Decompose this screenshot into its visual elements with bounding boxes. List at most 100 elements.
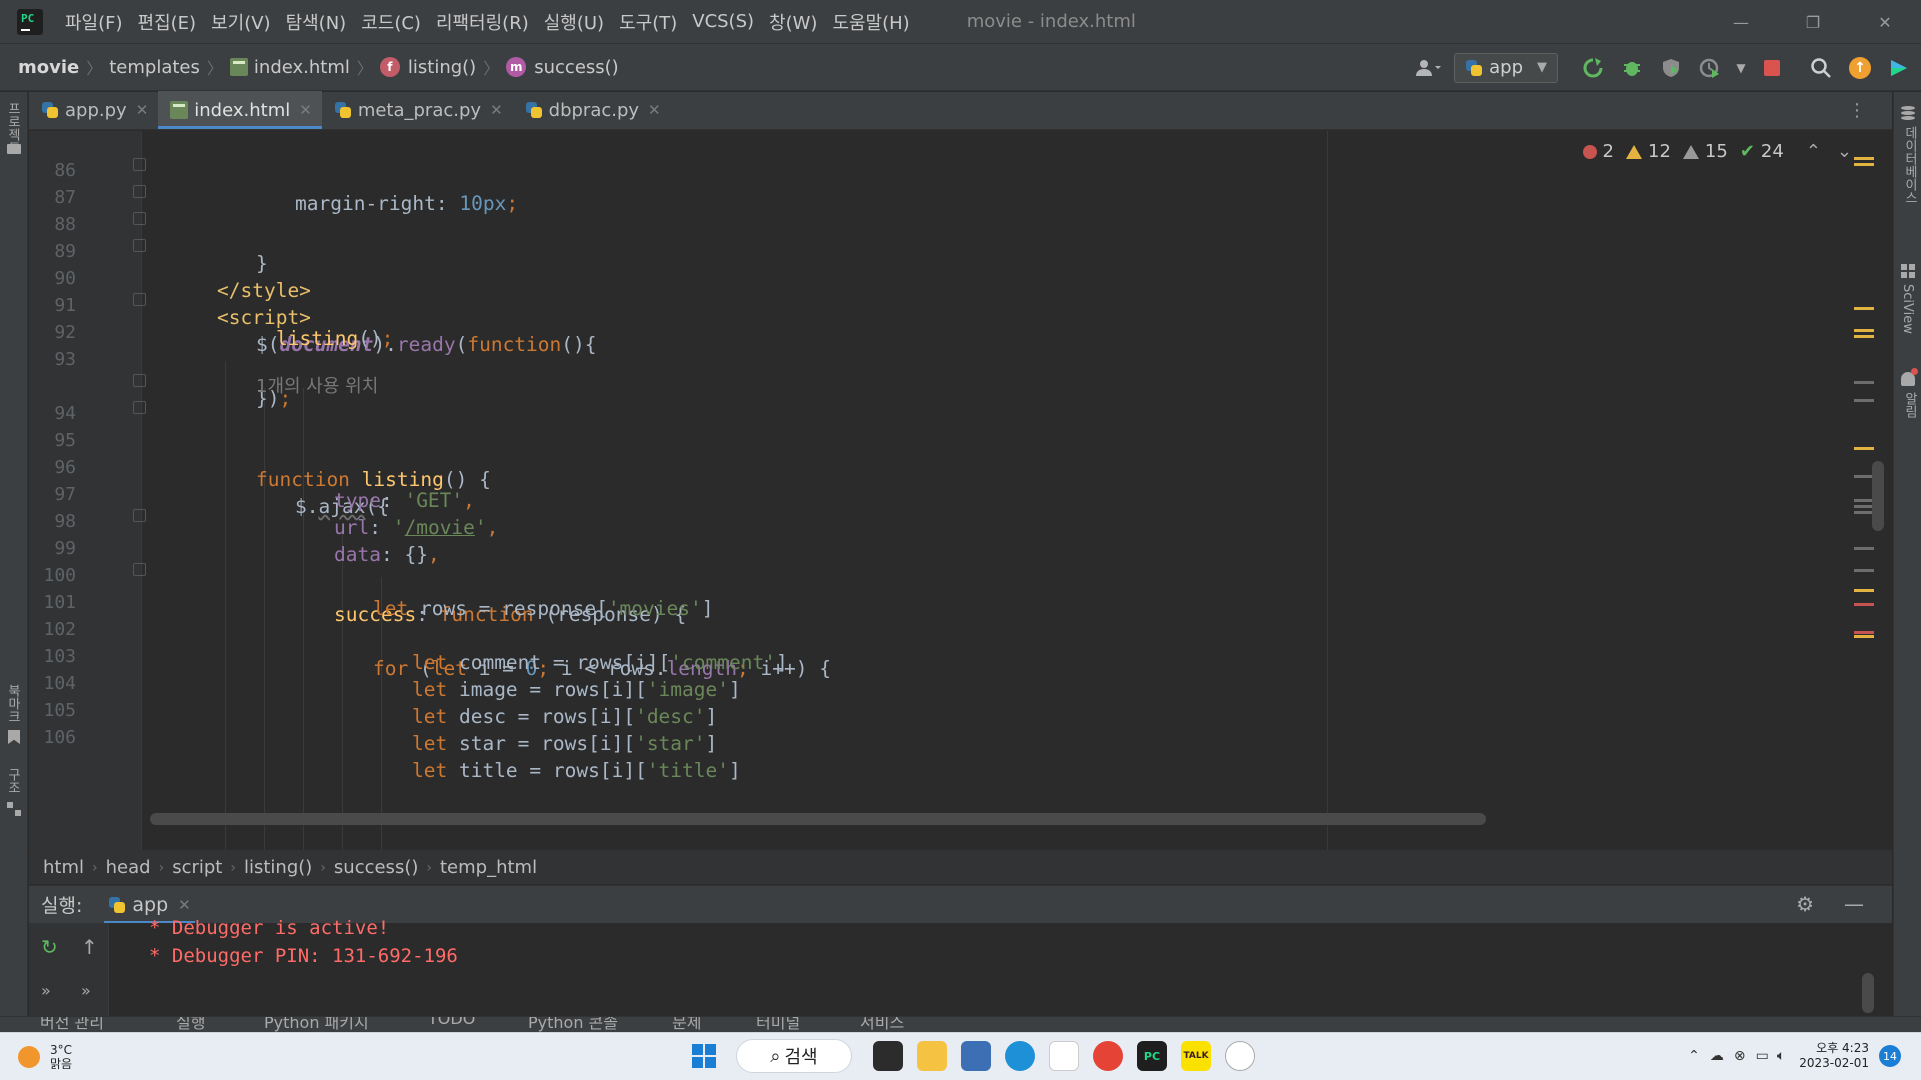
tab-dbprac-py[interactable]: dbprac.py ✕ [513, 91, 671, 129]
next-highlight-icon[interactable]: ⌄ [1837, 141, 1852, 162]
error-stripe-mark[interactable] [1854, 603, 1874, 606]
menu-tools[interactable]: 도구(T) [619, 9, 677, 35]
code-with-me-icon[interactable] [1882, 51, 1916, 85]
weather-widget[interactable]: 3°C 맑음 [18, 1043, 72, 1071]
console-scrollbar[interactable] [1862, 973, 1874, 1013]
pycharm-taskbar-icon[interactable]: PC [1137, 1041, 1167, 1071]
menu-navigate[interactable]: 탐색(N) [286, 9, 347, 35]
notification-count-badge[interactable]: 14 [1879, 1045, 1901, 1067]
error-stripe-mark[interactable] [1854, 163, 1874, 166]
run-console[interactable]: ↻ ↑ » » * Debugger is active! * Debugger… [29, 917, 1892, 1016]
tool-tab-python-packages[interactable]: Python 패키지 [264, 1017, 369, 1032]
kakaotalk-icon[interactable]: TALK [1181, 1041, 1211, 1071]
error-stripe-mark[interactable] [1854, 505, 1874, 508]
minimize-button[interactable]: — [1705, 0, 1777, 44]
tool-tab-services[interactable]: 서비스 [860, 1017, 904, 1032]
menu-refactor[interactable]: 리팩터링(R) [436, 9, 529, 35]
close-tab-icon[interactable]: ✕ [299, 101, 312, 119]
crumb-project[interactable]: movie [18, 57, 79, 78]
crumb-function-success[interactable]: success() [534, 57, 618, 78]
rerun-icon[interactable] [1576, 51, 1610, 85]
settings-gear-icon[interactable]: ⚙ [1796, 892, 1814, 916]
close-window-button[interactable]: ✕ [1849, 0, 1921, 44]
bookmarks-tool-tab[interactable]: 북마크 [3, 684, 22, 723]
tool-tab-terminal[interactable]: 터미널 [756, 1017, 800, 1032]
expand-icon[interactable]: » [41, 981, 51, 1000]
close-tab-icon[interactable]: ✕ [136, 101, 149, 119]
vertical-scrollbar[interactable] [1872, 461, 1884, 531]
warning-count[interactable]: 12 [1626, 141, 1671, 162]
error-stripe-mark[interactable] [1854, 475, 1874, 478]
menu-code[interactable]: 코드(C) [361, 9, 421, 35]
error-stripe[interactable] [1854, 131, 1874, 850]
fold-marker-icon[interactable] [133, 374, 146, 387]
weak-warning-count[interactable]: 15 [1682, 141, 1728, 162]
restore-button[interactable]: ❐ [1777, 0, 1849, 44]
hide-panel-icon[interactable]: — [1844, 892, 1864, 916]
typo-count[interactable]: ✔ 24 [1740, 141, 1784, 162]
volume-icon[interactable]: 🔈︎ [1777, 1048, 1785, 1064]
debug-icon[interactable] [1615, 51, 1649, 85]
fold-marker-icon[interactable] [133, 509, 146, 522]
vpn-icon[interactable]: ⊗ [1734, 1048, 1746, 1064]
error-count[interactable]: 2 [1582, 141, 1614, 162]
error-stripe-mark[interactable] [1854, 447, 1874, 450]
error-stripe-mark[interactable] [1854, 547, 1874, 550]
inspection-widget[interactable]: 2 12 15 ✔ 24 ⌃ ⌄ [1571, 141, 1852, 162]
tool-tab-version-control[interactable]: 버전 관리 [40, 1017, 104, 1032]
structure-crumb[interactable]: html [43, 857, 84, 878]
menu-window[interactable]: 창(W) [769, 9, 817, 35]
fold-marker-icon[interactable] [133, 401, 146, 414]
crumb-file[interactable]: index.html [254, 57, 350, 78]
menu-file[interactable]: 파일(F) [65, 9, 123, 35]
tab-meta-prac-py[interactable]: meta_prac.py ✕ [322, 91, 513, 129]
error-stripe-mark[interactable] [1854, 589, 1874, 592]
error-stripe-mark[interactable] [1854, 631, 1874, 634]
more-options-icon[interactable]: ⋮ [1848, 100, 1866, 121]
update-icon[interactable]: ↑ [1843, 51, 1877, 85]
run-configuration-select[interactable]: app ▼ [1454, 52, 1558, 83]
network-icon[interactable]: ▭ [1756, 1048, 1769, 1064]
fold-marker-icon[interactable] [133, 212, 146, 225]
fold-marker-icon[interactable] [133, 158, 146, 171]
fold-marker-icon[interactable] [133, 563, 146, 576]
error-stripe-mark[interactable] [1854, 499, 1874, 502]
code-editor[interactable]: 86 margin-right: 10px; 87 } 88 </style> … [29, 131, 1892, 850]
pycharm-logo-icon[interactable]: PC [17, 8, 43, 35]
close-tab-icon[interactable]: ✕ [178, 896, 191, 914]
tool-tab-problems[interactable]: 문제 [672, 1017, 701, 1032]
error-stripe-mark[interactable] [1854, 511, 1874, 514]
structure-crumb[interactable]: script [172, 857, 222, 878]
fold-marker-icon[interactable] [133, 239, 146, 252]
error-stripe-mark[interactable] [1854, 335, 1874, 338]
crumb-folder[interactable]: templates [109, 57, 200, 78]
menu-run[interactable]: 실행(U) [544, 9, 604, 35]
database-tool-tab[interactable]: 데이터베이스 [1900, 126, 1919, 204]
expand-icon[interactable]: » [81, 981, 91, 1000]
horizontal-scrollbar[interactable] [150, 813, 1486, 825]
tab-index-html[interactable]: index.html ✕ [158, 91, 322, 129]
error-stripe-mark[interactable] [1854, 329, 1874, 332]
menu-view[interactable]: 보기(V) [211, 9, 270, 35]
windows-start-icon[interactable] [692, 1044, 716, 1068]
menu-vcs[interactable]: VCS(S) [692, 11, 754, 32]
error-stripe-mark[interactable] [1854, 307, 1874, 310]
more-run-options-icon[interactable]: ▼ [1732, 51, 1750, 85]
crumb-function-listing[interactable]: listing() [408, 57, 476, 78]
profile-icon[interactable] [1693, 51, 1727, 85]
show-hidden-icons-icon[interactable]: ⌃ [1688, 1048, 1700, 1064]
structure-crumb[interactable]: temp_html [440, 857, 537, 878]
chrome-browser-icon[interactable] [1093, 1041, 1123, 1071]
onedrive-icon[interactable]: ☁ [1710, 1048, 1724, 1064]
error-stripe-mark[interactable] [1854, 635, 1874, 638]
task-view-icon[interactable] [873, 1041, 903, 1071]
up-arrow-icon[interactable]: ↑ [81, 935, 98, 959]
structure-tool-tab[interactable]: 구조 [3, 768, 22, 794]
edge-browser-icon[interactable] [1005, 1041, 1035, 1071]
error-stripe-mark[interactable] [1854, 157, 1874, 160]
tool-tab-run[interactable]: 실행 [176, 1017, 205, 1032]
fold-marker-icon[interactable] [133, 293, 146, 306]
search-icon[interactable] [1804, 51, 1838, 85]
previous-highlight-icon[interactable]: ⌃ [1806, 141, 1821, 162]
tool-tab-python-console[interactable]: Python 콘솔 [528, 1017, 618, 1032]
